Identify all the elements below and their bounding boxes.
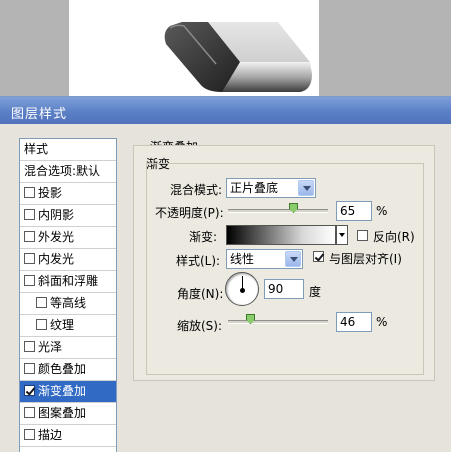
style-list-item[interactable]: 等高线 [20,293,116,315]
angle-dial[interactable] [225,272,259,306]
style-checkbox[interactable] [24,429,35,440]
opacity-label: 不透明度(P): [155,206,224,220]
style-list-item[interactable]: 描边 [20,425,116,447]
style-checkbox[interactable] [36,319,47,330]
style-list-item[interactable]: 外发光 [20,227,116,249]
style-checkbox[interactable] [24,275,35,286]
chevron-down-icon [285,251,301,267]
style-value: 线性 [230,252,255,266]
blend-mode-label: 混合模式: [170,183,223,197]
gradient-picker[interactable] [226,225,336,245]
style-checkbox[interactable] [24,209,35,220]
style-list-item-label: 颜色叠加 [38,362,87,376]
style-list-item[interactable]: 投影 [20,183,116,205]
style-list-item-label: 纹理 [50,318,75,332]
dialog-titlebar[interactable]: 图层样式 [0,97,451,124]
style-checkbox[interactable] [24,363,35,374]
style-list-item[interactable]: 光泽 [20,337,116,359]
style-list-item-label: 等高线 [50,296,87,310]
blend-mode-select[interactable]: 正片叠底 [226,178,316,198]
opacity-percent: % [376,204,388,218]
scale-slider-track[interactable] [228,320,328,324]
style-list-item[interactable]: 斜面和浮雕 [20,271,116,293]
style-checkbox[interactable] [36,297,47,308]
angle-unit: 度 [309,285,322,299]
style-list-item[interactable]: 内阴影 [20,205,116,227]
style-checkbox[interactable] [24,385,35,396]
reverse-checkbox[interactable] [357,230,368,241]
style-list-item-label: 渐变叠加 [38,384,87,398]
style-checkbox[interactable] [24,253,35,264]
align-with-layer-checkbox[interactable] [313,251,324,262]
blend-mode-value: 正片叠底 [230,181,279,195]
style-select[interactable]: 线性 [226,249,303,269]
style-list: 样式 混合选项:默认 投影内阴影外发光内发光斜面和浮雕等高线纹理光泽颜色叠加渐变… [19,138,117,452]
gradient-label: 渐变: [189,230,218,244]
style-checkbox[interactable] [24,407,35,418]
style-list-item-label: 外发光 [38,230,75,244]
style-list-item-label: 描边 [38,428,63,442]
style-list-item-label: 内阴影 [38,208,75,222]
angle-input[interactable]: 90 [264,279,304,299]
style-list-item-label: 图案叠加 [38,406,87,420]
style-checkbox[interactable] [24,187,35,198]
chevron-down-icon [298,180,314,196]
dialog-title: 图层样式 [11,107,68,122]
layer-style-dialog: 图层样式 样式 混合选项:默认 投影内阴影外发光内发光斜面和浮雕等高线纹理光泽颜… [0,96,451,452]
gradient-shape-preview [164,22,312,92]
opacity-slider-track[interactable] [228,209,328,213]
scale-percent: % [376,315,388,329]
style-list-item[interactable]: 纹理 [20,315,116,337]
gradient-dropdown-icon[interactable] [336,225,348,245]
align-with-layer-label: 与图层对齐(I) [329,252,402,266]
style-list-item-label: 光泽 [38,340,63,354]
blend-options-item[interactable]: 混合选项:默认 [20,161,116,183]
style-list-header[interactable]: 样式 [20,139,116,161]
style-checkbox[interactable] [24,231,35,242]
opacity-input[interactable]: 65 [336,201,372,221]
scale-input[interactable]: 46 [336,312,372,332]
style-label: 样式(L): [176,254,221,268]
style-list-item[interactable]: 颜色叠加 [20,359,116,381]
style-list-item[interactable]: 内发光 [20,249,116,271]
style-list-item-label: 内发光 [38,252,75,266]
style-list-item-label: 投影 [38,186,63,200]
angle-label: 角度(N): [177,287,224,301]
style-list-item[interactable]: 图案叠加 [20,403,116,425]
reverse-label: 反向(R) [373,230,415,244]
style-checkbox[interactable] [24,341,35,352]
angle-center-dot [240,288,245,293]
style-list-item-label: 斜面和浮雕 [38,274,99,288]
style-list-item[interactable]: 渐变叠加 [20,381,116,403]
scale-label: 缩放(S): [177,319,223,333]
